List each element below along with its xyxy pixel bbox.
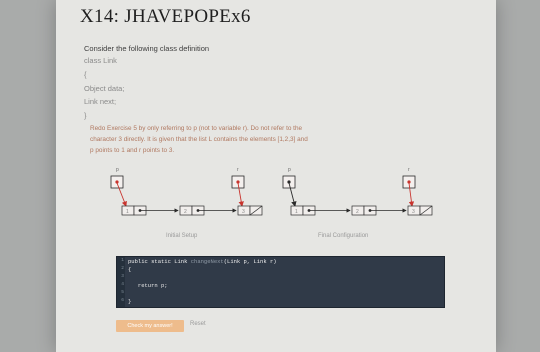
code-editor[interactable]: 1 2 3 4 5 6 public static Link changeNex… [116,256,445,308]
final-config-caption: Final Configuration [318,233,368,239]
problem-line-2: character 3 directly. It is given that t… [90,136,308,143]
final-node-1-value: 1 [295,209,298,215]
line-number-gutter: 1 2 3 4 5 6 [117,257,125,307]
reset-button[interactable]: Reset [190,321,206,327]
object-data-field: Object data; [84,84,125,93]
close-brace: } [84,111,87,120]
link-next-field: Link next; [84,97,117,106]
code-line-2[interactable]: { [128,266,131,273]
final-config-diagram: p r 1 2 3 Final Configuration [282,167,433,239]
linked-list-diagram: p r 1 2 3 Initial Setup p r 1 2 3 Final … [110,167,433,239]
initial-node-2-value: 2 [184,209,187,215]
code-line-1[interactable]: public static Link changeNext(Link p, Li… [128,258,277,265]
code-line-4[interactable]: return p; [128,282,168,289]
open-brace: { [84,70,87,79]
final-var-r-label: r [408,167,410,173]
problem-line-3: p points to 1 and r points to 3. [90,147,175,154]
exercise-page: X14: JHAVEPOPEx6 Consider the following … [56,0,496,352]
initial-var-r-label: r [237,167,239,173]
initial-setup-caption: Initial Setup [166,233,198,239]
problem-line-1: Redo Exercise 5 by only referring to p (… [90,125,303,132]
class-decl: class Link [84,56,117,65]
initial-var-p-label: p [116,167,119,173]
final-var-p-label: p [288,167,291,173]
initial-node-1-value: 1 [126,209,129,215]
initial-setup-diagram: p r 1 2 3 Initial Setup [110,167,263,239]
code-line-6[interactable]: } [128,298,131,305]
initial-node-3-value: 3 [242,209,245,215]
check-answer-button[interactable]: Check my answer! [116,320,184,332]
final-node-3-value: 3 [412,209,415,215]
final-node-2-value: 2 [356,209,359,215]
intro-text: Consider the following class definition [84,44,210,53]
page-title: X14: JHAVEPOPEx6 [80,6,251,27]
